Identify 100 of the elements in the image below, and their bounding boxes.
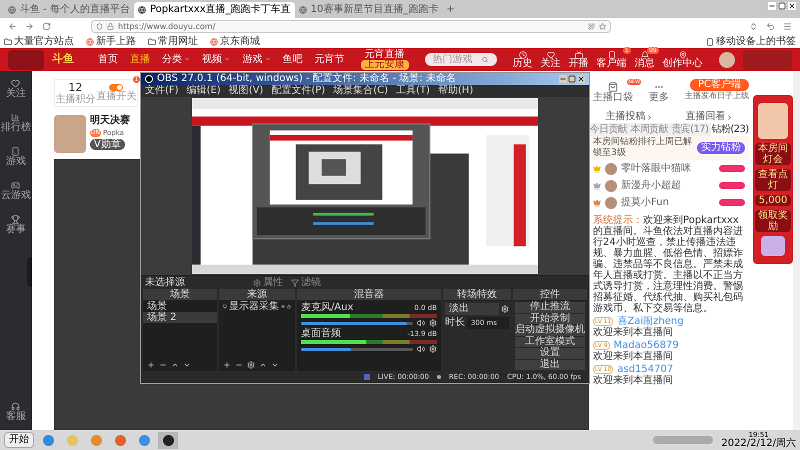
add-icon[interactable] — [147, 361, 155, 369]
nav-link[interactable]: 直播 — [130, 54, 150, 66]
undo-icon[interactable] — [766, 22, 775, 31]
tool-button[interactable]: 更多 — [649, 82, 670, 103]
menu-item[interactable]: 配置文件(P) — [271, 86, 326, 96]
ranking-tab[interactable]: 贵宾(17) — [670, 123, 709, 136]
settings-icon[interactable] — [428, 345, 437, 353]
new-tab-button[interactable]: + — [446, 2, 455, 18]
toolbar-button[interactable]: 滤镜 — [291, 278, 321, 288]
control-button[interactable]: 停止推流 — [515, 302, 585, 312]
event-tag[interactable]: 上元安康 — [360, 60, 409, 70]
bookmark[interactable]: 新手上路 — [86, 36, 136, 48]
browser-tab[interactable]: 10赛事新星节目直播_跑跑卡 — [294, 2, 442, 18]
menu-item[interactable]: 编辑(E) — [186, 86, 221, 96]
bookmark[interactable]: 常用网址 — [148, 36, 198, 48]
maximize-icon[interactable] — [568, 75, 576, 83]
promo-label[interactable]: 查看点灯 — [755, 169, 792, 191]
nav-link[interactable]: 视频 — [202, 54, 230, 66]
ranking-tab[interactable]: 今日贡献 — [589, 123, 628, 136]
promo-label[interactable]: 领取奖励 — [755, 210, 792, 232]
header-icon-button[interactable]: 开播 — [568, 50, 589, 68]
panel-link[interactable]: 直播回看 — [686, 111, 733, 123]
add-icon[interactable] — [222, 361, 231, 369]
minimize-icon[interactable] — [768, 2, 776, 10]
header-icon-button[interactable]: 关注 — [540, 50, 561, 68]
menu-item[interactable]: 场景集合(C) — [333, 86, 388, 96]
ranking-tab[interactable]: 钻粉(23) — [711, 123, 750, 136]
back-icon[interactable] — [8, 22, 17, 31]
header-icon-button[interactable]: 历史 — [512, 50, 533, 68]
fan-name[interactable]: 提莫小Fun — [621, 198, 669, 208]
speaker-icon[interactable] — [416, 319, 425, 327]
sidebar-item[interactable]: 云游戏 — [0, 181, 31, 201]
pc-client-button[interactable]: PC客户端 — [690, 79, 750, 91]
search-icon[interactable] — [482, 56, 489, 63]
nav-link[interactable]: 鱼吧 — [282, 54, 303, 66]
menu-item[interactable]: 帮助(H) — [438, 86, 474, 96]
menu-item[interactable]: 视图(V) — [228, 86, 264, 96]
site-logo[interactable]: 斗鱼 — [52, 51, 74, 68]
reload-icon[interactable] — [42, 22, 51, 31]
address-bar[interactable]: https://www.douyu.com/ — [91, 20, 611, 33]
toolbar-button[interactable]: 属性 — [253, 278, 283, 288]
move-up-icon[interactable] — [171, 361, 179, 369]
bookmark-star-icon[interactable] — [599, 23, 606, 30]
move-up-icon[interactable] — [258, 361, 267, 369]
nav-link[interactable]: 元宵节 — [314, 54, 345, 66]
scene-item[interactable]: 场景 2 — [143, 312, 217, 323]
maximize-icon[interactable] — [778, 2, 786, 10]
tool-button[interactable]: 主播口袋 — [593, 82, 634, 103]
bookmark[interactable]: 大量官方站点 — [4, 36, 74, 48]
collapse-handle[interactable] — [26, 257, 32, 287]
speaker-icon[interactable] — [416, 345, 425, 353]
sidebar-item[interactable]: 游戏 — [6, 147, 26, 167]
start-button[interactable]: 开始 — [4, 432, 34, 448]
source-item[interactable]: 显示器采集 — [228, 301, 279, 312]
lock-icon[interactable] — [286, 303, 291, 310]
fan-name[interactable]: 新漫舟小超超 — [621, 180, 682, 190]
close-icon[interactable] — [577, 75, 585, 83]
medal-badge[interactable]: V勋章 — [90, 139, 125, 150]
browser-tab[interactable]: Popkartxxx直播_跑跑卡丁车直 — [134, 2, 295, 18]
user-name[interactable]: 喜Zai闹zheng — [617, 316, 684, 327]
sidebar-item[interactable]: 赛事 — [6, 215, 26, 235]
qr-code-icon[interactable] — [588, 23, 595, 30]
menu-icon[interactable] — [783, 22, 792, 31]
scene-item[interactable]: 场景 — [143, 301, 217, 312]
user-name[interactable]: asd154707 — [617, 364, 674, 375]
control-button[interactable]: 设置 — [515, 348, 585, 358]
bookmark[interactable]: 京东商城 — [210, 36, 260, 48]
ranking-tab[interactable]: 本周贡献 — [630, 123, 669, 136]
forward-icon[interactable] — [25, 22, 34, 31]
sidebar-item[interactable]: 关注 — [6, 79, 26, 99]
mobile-bookmarks[interactable]: 移动设备上的书签 — [706, 36, 796, 48]
minimize-icon[interactable] — [559, 75, 567, 83]
promo-label[interactable]: 本房间灯会 — [755, 143, 792, 165]
nav-link[interactable]: 游戏 — [242, 54, 271, 66]
close-icon[interactable] — [788, 2, 796, 10]
control-button[interactable]: 工作室模式 — [515, 336, 585, 347]
user-name[interactable]: Madao56879 — [614, 340, 679, 351]
live-toggle[interactable] — [109, 84, 124, 91]
control-button[interactable]: 启动虚拟摄像机 — [515, 325, 585, 336]
settings-icon[interactable] — [428, 319, 437, 327]
move-down-icon[interactable] — [270, 361, 279, 369]
panel-link[interactable]: 主播投稿 — [606, 111, 653, 123]
header-icon-button[interactable]: 创作中心 — [662, 50, 703, 68]
menu-item[interactable]: 工具(T) — [396, 86, 430, 96]
move-down-icon[interactable] — [183, 361, 191, 369]
fan-button[interactable]: 实力钻粉 — [697, 142, 746, 154]
nav-link[interactable]: 分类 — [162, 54, 190, 66]
volume-slider[interactable] — [300, 348, 413, 350]
settings-icon[interactable] — [501, 305, 509, 313]
promo-label[interactable]: 5,000 — [755, 195, 792, 206]
sidebar-item[interactable]: 排行榜 — [0, 113, 31, 133]
client-note[interactable]: 主播发布日子上线 — [685, 91, 750, 101]
transition-dropdown[interactable]: 淡出 — [444, 303, 499, 315]
taskbar-app[interactable] — [158, 432, 178, 448]
volume-slider[interactable] — [300, 322, 413, 324]
control-button[interactable]: 开始录制 — [515, 314, 585, 324]
settings-icon[interactable] — [246, 361, 255, 369]
fan-name[interactable]: 零叶落眼中猫咪 — [621, 164, 692, 174]
visibility-icon[interactable] — [280, 303, 285, 310]
support-item[interactable]: 客服 — [6, 402, 26, 422]
